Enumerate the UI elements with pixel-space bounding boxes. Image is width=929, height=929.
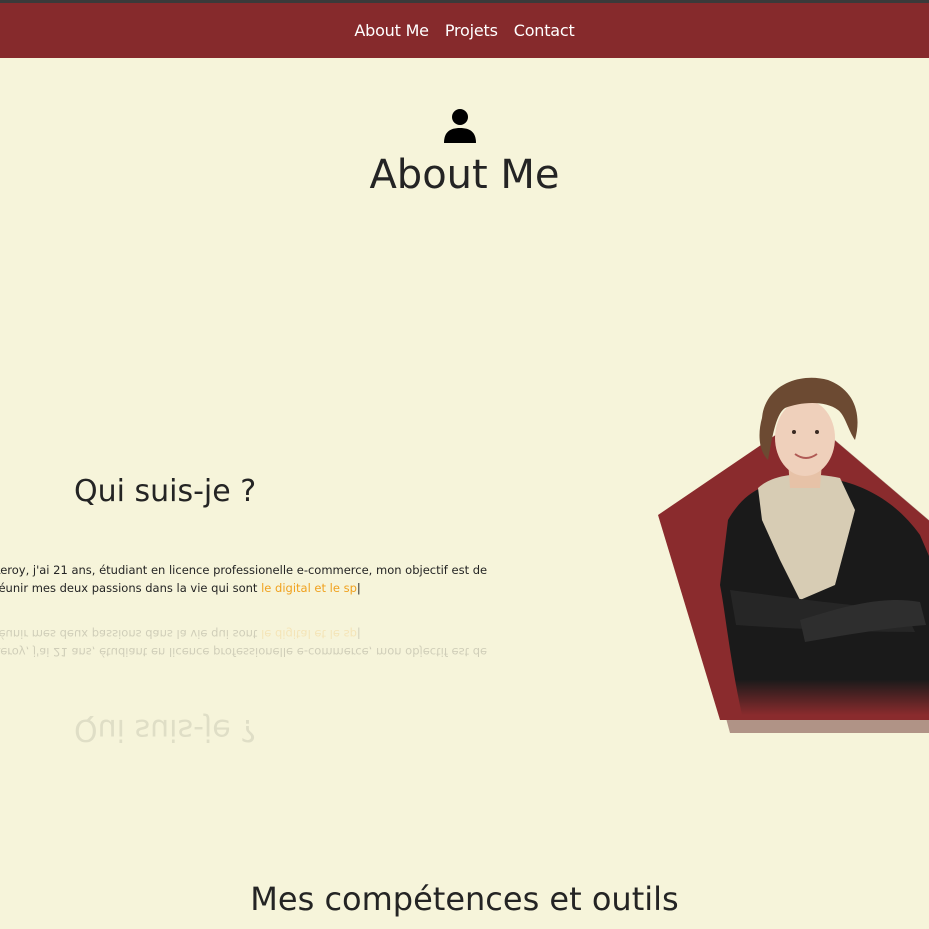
bio-text: Leroy, j'ai 21 ans, étudiant en licence … [0,561,487,597]
typing-caret: | [356,581,361,595]
nav-link-contact[interactable]: Contact [514,21,575,40]
nav-link-projets[interactable]: Projets [445,21,498,40]
bio-line-2: réunir mes deux passions dans la vie qui… [0,581,262,595]
section-title-skills: Mes compétences et outils [250,880,679,918]
nav-link-about[interactable]: About Me [354,21,429,40]
section-title-reflection: Qui suis-je ? [74,712,257,747]
bio-reflection: Leroy, j'ai 21 ans, étudiant en licence … [0,627,488,659]
page-title: About Me [369,152,560,198]
user-icon [444,109,476,143]
typed-highlight: le digital et le sp [261,581,357,595]
section-title-qui-suis-je: Qui suis-je ? [74,474,257,509]
profile-portrait [658,377,929,733]
bio-line-1: Leroy, j'ai 21 ans, étudiant en licence … [0,563,488,577]
navbar: About Me Projets Contact [0,3,929,58]
